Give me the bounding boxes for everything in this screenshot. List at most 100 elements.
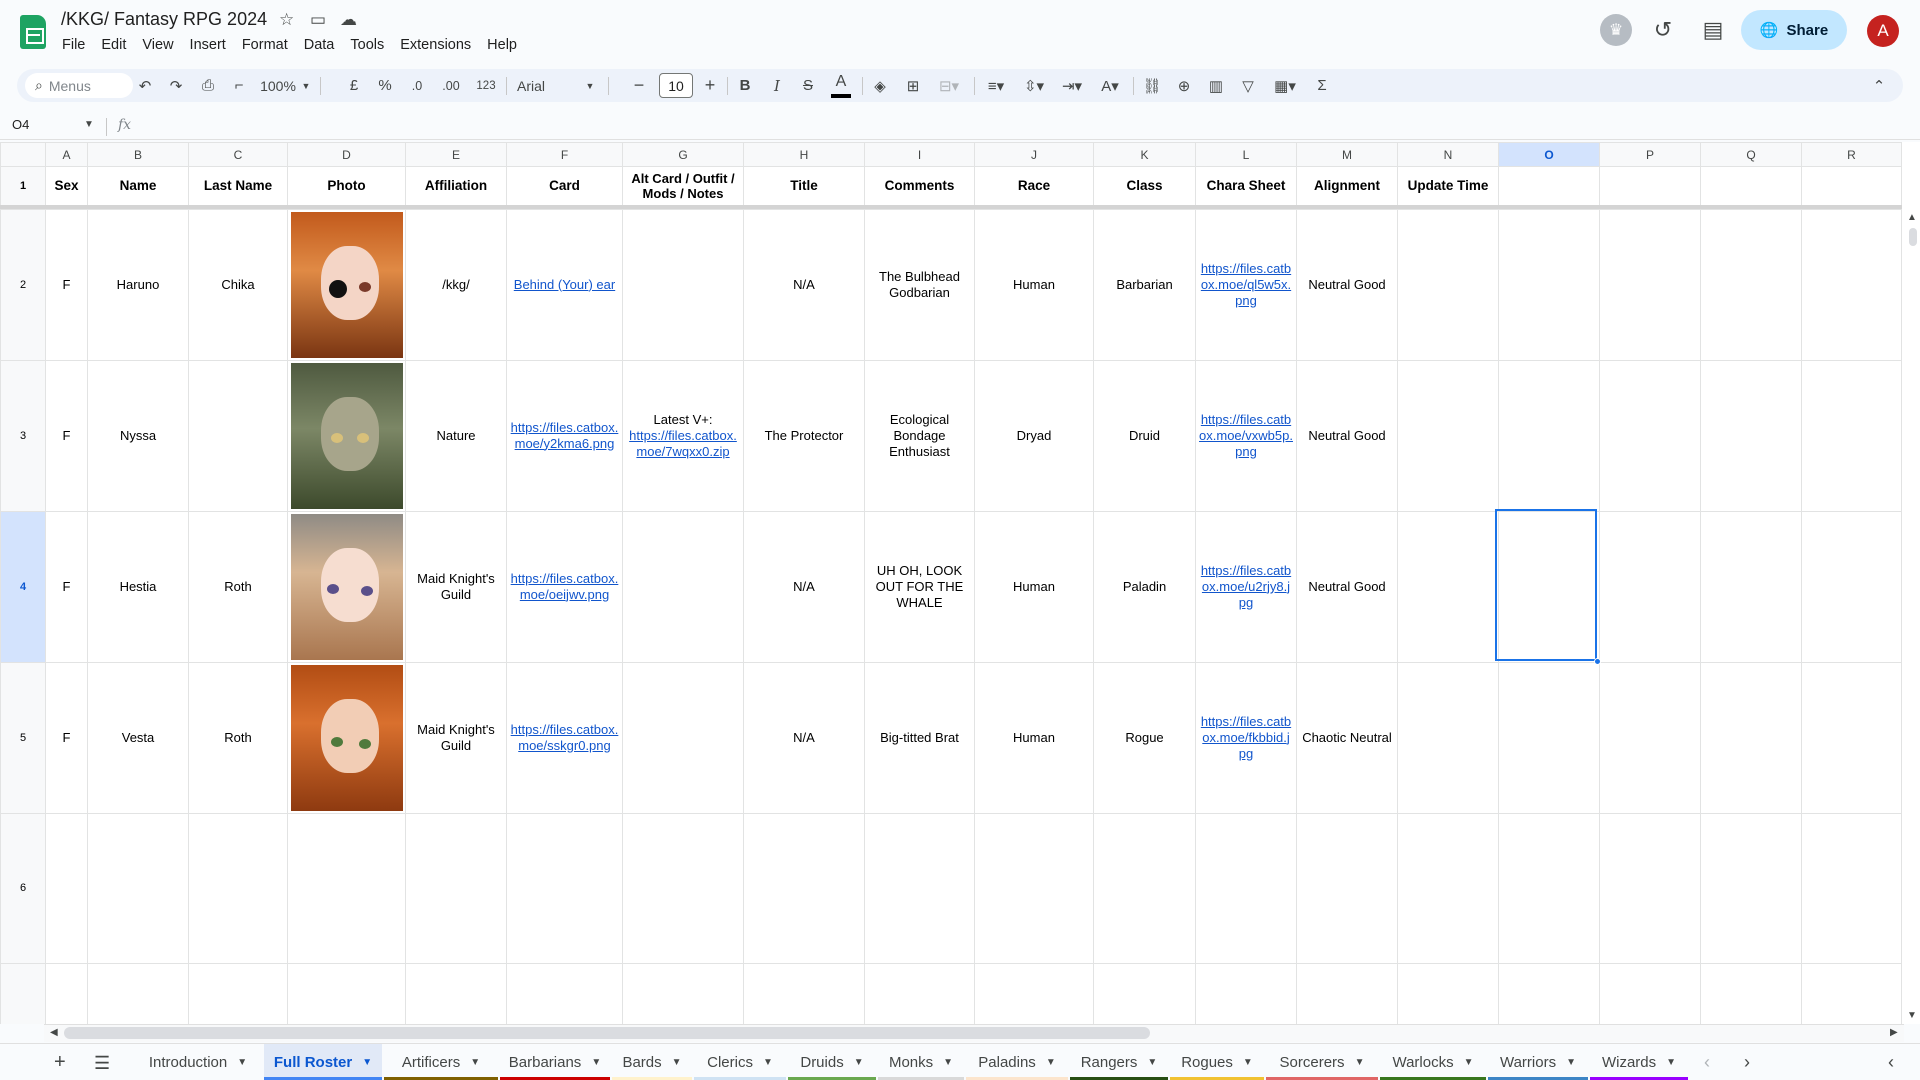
cell[interactable] <box>1397 962 1499 1024</box>
version-history-icon[interactable]: ↺ <box>1647 14 1679 46</box>
column-header[interactable]: I <box>864 142 975 167</box>
card-link[interactable]: https://files.catbox.moe/sskgr0.png <box>511 722 619 753</box>
merge-cells-icon[interactable]: ⊟▾ <box>931 73 967 98</box>
cell-comments[interactable]: Ecological Bondage Enthusiast <box>864 359 975 512</box>
cell[interactable] <box>1093 962 1196 1024</box>
cell-sex[interactable]: F <box>45 208 88 361</box>
cell-alignment[interactable]: Neutral Good <box>1296 208 1398 361</box>
chevron-down-icon[interactable]: ▼ <box>1566 1057 1576 1068</box>
chevron-down-icon[interactable]: ▼ <box>470 1057 480 1068</box>
cell[interactable] <box>1093 812 1196 964</box>
menus-search[interactable]: ⌕ Menus <box>25 73 133 98</box>
cell-chara-sheet[interactable]: https://files.catbox.moe/u2rjy8.jpg <box>1195 510 1297 663</box>
cell-photo[interactable] <box>287 208 406 361</box>
cell[interactable] <box>506 962 623 1024</box>
tabs-scroll-left-icon[interactable]: ‹ <box>1704 1052 1710 1073</box>
cell-last-name[interactable]: Roth <box>188 510 288 663</box>
number-format-button[interactable]: 123 <box>472 73 500 98</box>
account-avatar[interactable]: A <box>1867 15 1899 47</box>
cell[interactable] <box>1700 812 1802 964</box>
cell-race[interactable]: Dryad <box>974 359 1094 512</box>
card-link[interactable]: Behind (Your) ear <box>514 277 615 292</box>
cell[interactable] <box>743 812 865 964</box>
redo-icon[interactable]: ↷ <box>163 73 189 98</box>
cell[interactable] <box>1397 812 1499 964</box>
tabs-scroll-right-icon[interactable]: › <box>1744 1052 1750 1073</box>
row-number[interactable]: 5 <box>0 661 46 814</box>
share-button[interactable]: 🌐 Share <box>1741 10 1847 50</box>
cell-card[interactable]: Behind (Your) ear <box>506 208 623 361</box>
cell-last-name[interactable]: Chika <box>188 208 288 361</box>
chevron-down-icon[interactable]: ▼ <box>237 1057 247 1068</box>
cell[interactable] <box>1599 208 1701 361</box>
comments-icon[interactable]: ▤ <box>1697 14 1729 46</box>
cell[interactable] <box>864 962 975 1024</box>
chevron-down-icon[interactable]: ▼ <box>1147 1057 1157 1068</box>
cell-alignment[interactable]: Neutral Good <box>1296 510 1398 663</box>
menu-file[interactable]: File <box>54 36 93 54</box>
cell-sex[interactable]: F <box>45 661 88 814</box>
menu-insert[interactable]: Insert <box>182 36 234 54</box>
cell[interactable] <box>743 962 865 1024</box>
cell[interactable] <box>1599 166 1701 207</box>
cell[interactable] <box>1397 359 1499 512</box>
decrease-font-size-icon[interactable]: − <box>629 73 649 98</box>
sheet-tab-paladins[interactable]: Paladins ▼ <box>966 1044 1068 1080</box>
scroll-right-icon[interactable]: ▶ <box>1890 1027 1898 1038</box>
cell[interactable] <box>1801 661 1902 814</box>
cell-race[interactable]: Human <box>974 208 1094 361</box>
cell-class[interactable]: Druid <box>1093 359 1196 512</box>
cell[interactable] <box>1498 208 1600 361</box>
column-header[interactable]: F <box>506 142 623 167</box>
cell[interactable] <box>506 812 623 964</box>
cell-photo[interactable] <box>287 661 406 814</box>
cell[interactable] <box>1498 812 1600 964</box>
side-panel-toggle-icon[interactable]: ‹ <box>1888 1052 1894 1073</box>
cell[interactable] <box>1599 359 1701 512</box>
cell[interactable] <box>1498 962 1600 1024</box>
chevron-down-icon[interactable]: ▼ <box>362 1057 372 1068</box>
menu-help[interactable]: Help <box>479 36 525 54</box>
add-sheet-icon[interactable]: + <box>54 1051 66 1074</box>
cell-race[interactable]: Human <box>974 510 1094 663</box>
zoom-select[interactable]: 100% <box>258 73 298 98</box>
paint-format-icon[interactable]: ⌐ <box>226 73 252 98</box>
cell-chara-sheet[interactable]: https://files.catbox.moe/vxwb5p.png <box>1195 359 1297 512</box>
horizontal-scroll-thumb[interactable] <box>64 1027 1150 1039</box>
cell[interactable] <box>1801 510 1902 663</box>
card-link[interactable]: https://files.catbox.moe/oeijwv.png <box>511 571 619 602</box>
cell[interactable] <box>864 812 975 964</box>
cell-sex[interactable]: F <box>45 510 88 663</box>
column-header[interactable]: R <box>1801 142 1902 167</box>
header-cell-class[interactable]: Class <box>1093 166 1196 207</box>
cell[interactable] <box>188 962 288 1024</box>
scroll-left-icon[interactable]: ◀ <box>50 1027 58 1038</box>
cell[interactable] <box>405 812 507 964</box>
cell[interactable] <box>287 812 406 964</box>
cell-race[interactable]: Human <box>974 661 1094 814</box>
column-header-selected[interactable]: O <box>1498 142 1600 167</box>
all-sheets-icon[interactable]: ☰ <box>94 1053 110 1074</box>
italic-icon[interactable]: I <box>765 73 789 98</box>
menu-view[interactable]: View <box>134 36 181 54</box>
cell-chara-sheet[interactable]: https://files.catbox.moe/fkbbid.jpg <box>1195 661 1297 814</box>
alt-card-link[interactable]: https://files.catbox.moe/7wqxx0.zip <box>629 428 737 459</box>
sheets-logo-icon[interactable] <box>20 15 46 49</box>
row-number[interactable]: 3 <box>0 359 46 512</box>
cell[interactable] <box>405 962 507 1024</box>
cell-title[interactable]: N/A <box>743 510 865 663</box>
chara-sheet-link[interactable]: https://files.catbox.moe/fkbbid.jpg <box>1201 714 1291 761</box>
column-header[interactable]: Q <box>1700 142 1802 167</box>
cell[interactable] <box>1195 812 1297 964</box>
strikethrough-icon[interactable]: S <box>796 73 820 98</box>
cell-class[interactable]: Rogue <box>1093 661 1196 814</box>
select-all-corner[interactable] <box>0 142 46 167</box>
cell-comments[interactable]: The Bulbhead Godbarian <box>864 208 975 361</box>
cell-affiliation[interactable]: /kkg/ <box>405 208 507 361</box>
sheet-tab-clerics[interactable]: Clerics ▼ <box>694 1044 786 1080</box>
scroll-up-icon[interactable]: ▲ <box>1907 212 1917 223</box>
cell[interactable] <box>1397 510 1499 663</box>
functions-icon[interactable]: Σ <box>1309 73 1335 98</box>
cell[interactable] <box>1599 661 1701 814</box>
header-cell-sex[interactable]: Sex <box>45 166 88 207</box>
